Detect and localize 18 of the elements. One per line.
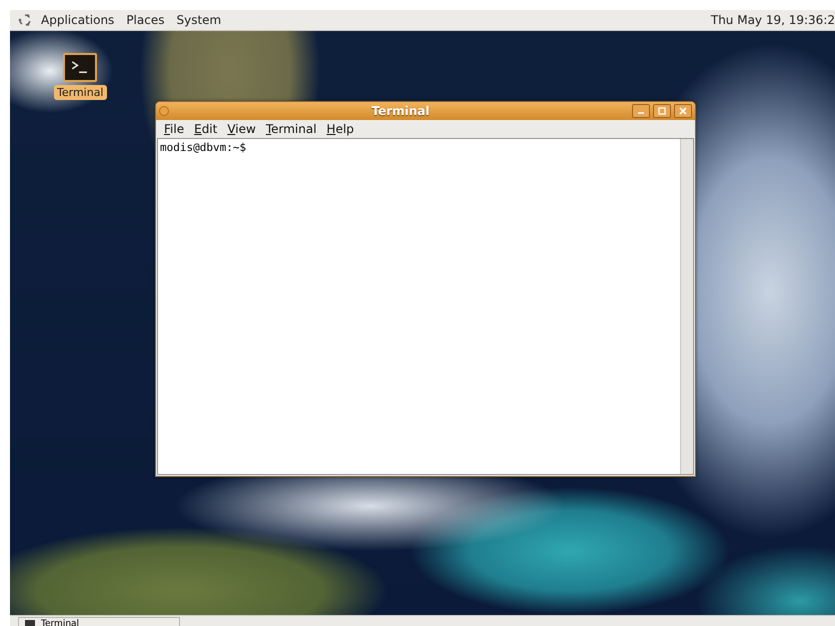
menu-item[interactable]: Help (322, 122, 358, 136)
minimize-button[interactable] (632, 104, 650, 118)
panel-menu[interactable]: Applications (35, 13, 120, 27)
window-title: Terminal (370, 104, 431, 118)
panel-menu[interactable]: Places (120, 13, 170, 27)
logo-icon[interactable] (18, 13, 32, 27)
menu-item[interactable]: Terminal (262, 122, 321, 136)
close-button[interactable] (674, 104, 692, 118)
scrollbar[interactable] (680, 139, 693, 474)
maximize-button[interactable] (653, 104, 671, 118)
menu-item[interactable]: Edit (190, 122, 222, 136)
desktop-icon-label[interactable]: Terminal (54, 85, 106, 100)
menu-item[interactable]: File (160, 122, 188, 136)
clock[interactable]: Thu May 19, 19:36:2 (710, 13, 835, 27)
taskbar-button[interactable]: Terminal (18, 617, 180, 626)
menu-item[interactable]: View (223, 122, 260, 136)
prompt-text: modis@dbvm:~$ (160, 141, 246, 154)
panel-menu[interactable]: System (170, 13, 228, 27)
